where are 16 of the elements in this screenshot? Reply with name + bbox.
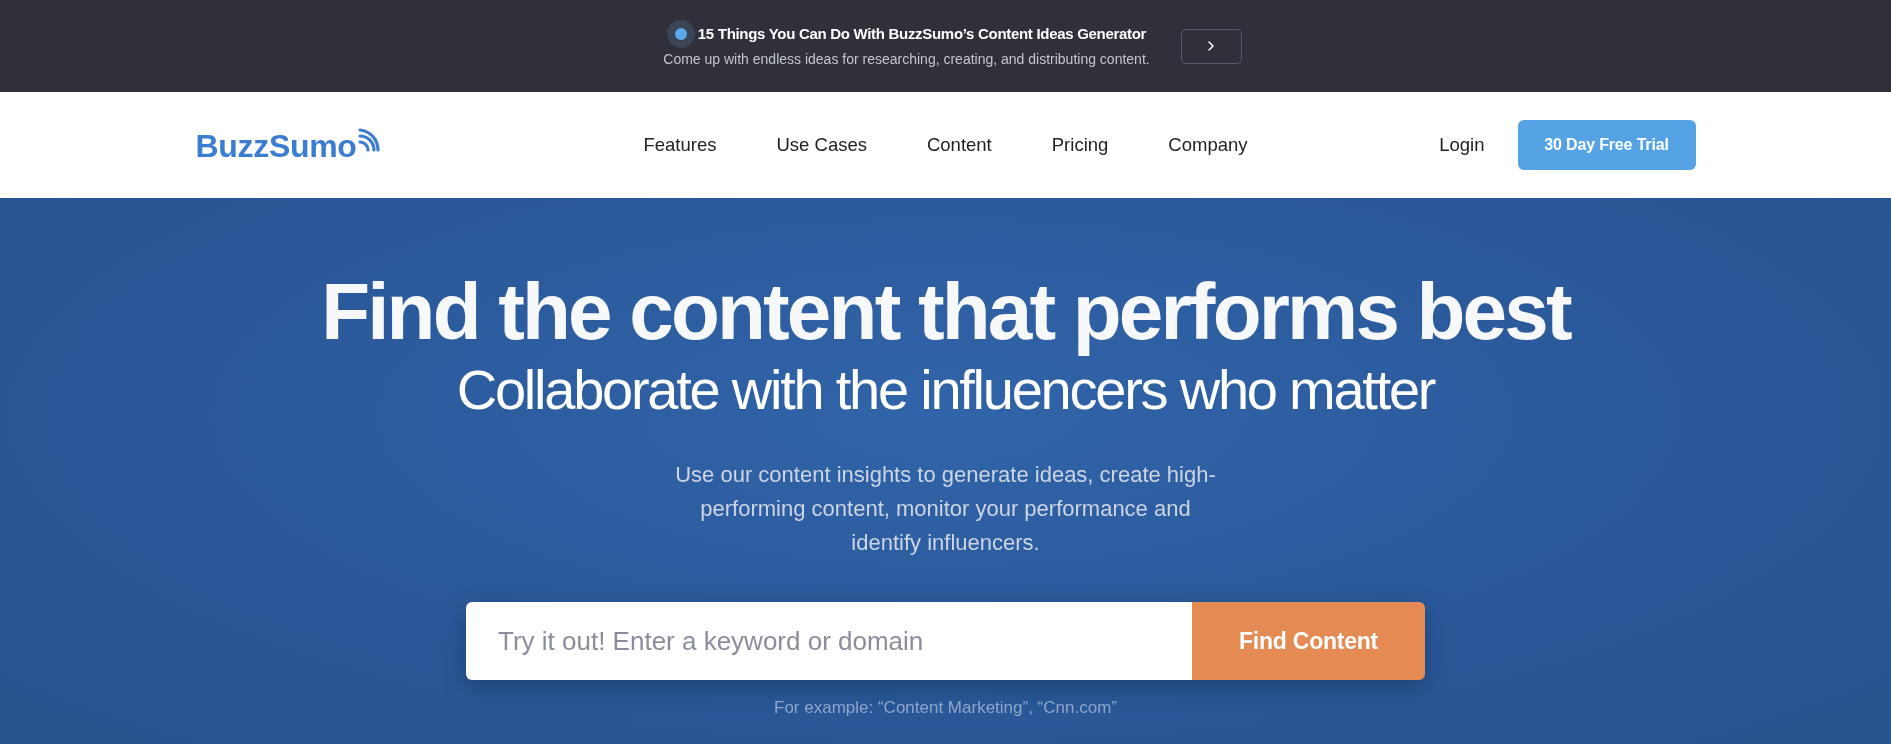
announcement-title: 15 Things You Can Do With BuzzSumo’s Content Ideas Generator [697,24,1147,44]
search-field[interactable]: Try it out! Enter a keyword or domain [466,602,1192,680]
announcement-subtitle: Come up with endless ideas for researching, creating, and distributing content. [663,50,1150,69]
nav-link[interactable]: Features [643,131,717,159]
nav-link[interactable]: Content [926,131,992,159]
pulse-dot-icon [666,20,695,48]
nav-link[interactable]: Company [1168,131,1248,159]
hero-description: Use our content insights to generate ideas, create high-performing content, monitor your performance and identify influencers. [674,461,1217,557]
example-hint: For example: “Content Marketing”, “Cnn.com” [774,698,1117,718]
hero-subheadline: Collaborate with the influencers who matter [456,362,1435,418]
signal-waves-icon [357,128,380,152]
nav-link[interactable]: Use Cases [776,131,867,159]
login-link[interactable]: Login [1439,131,1485,159]
logo-wordmark[interactable]: BuzzSumo [195,130,357,162]
next-button[interactable] [1180,28,1242,64]
nav-link[interactable]: Pricing [1051,131,1109,159]
